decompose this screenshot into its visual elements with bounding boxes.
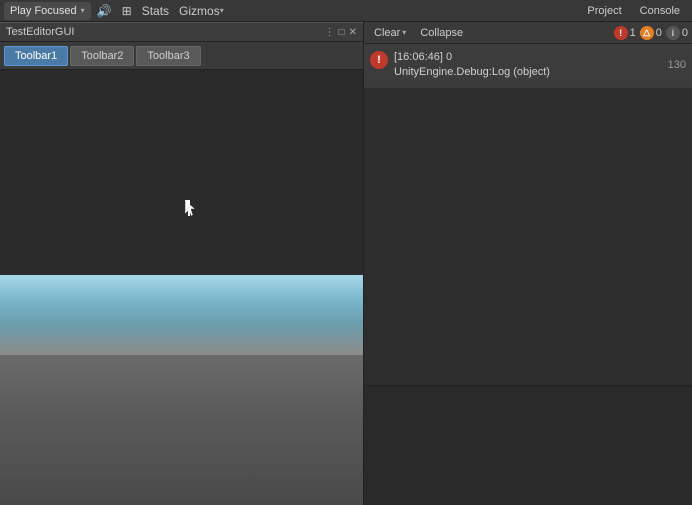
collapse-button[interactable]: Collapse: [414, 25, 469, 41]
game-view-content: [0, 70, 363, 505]
stats-button[interactable]: Stats: [138, 3, 173, 19]
top-bar-right: Project Console: [579, 3, 688, 19]
project-tab[interactable]: Project: [579, 3, 629, 19]
main-area: TestEditorGUI ⋮ □ ✕ Toolbar1 Toolbar2 To…: [0, 22, 692, 505]
window-maximize-icon[interactable]: □: [339, 27, 345, 38]
scene-sky-top: [0, 70, 363, 275]
game-scene: [0, 70, 363, 505]
window-titlebar: TestEditorGUI ⋮ □ ✕: [0, 22, 363, 42]
gizmos-button[interactable]: Gizmos ▾: [175, 3, 228, 19]
entry-error-icon: !: [370, 51, 388, 69]
error-badge-icon: !: [614, 26, 628, 40]
console-action-bar: Clear ▾ Collapse ! 1 △ 0 i 0: [364, 22, 692, 44]
top-bar-left: Play Focused ▾ 🔊 ⊞ Stats Gizmos ▾: [4, 2, 575, 20]
toolbar2-button[interactable]: Toolbar2: [70, 46, 134, 66]
clear-label: Clear: [374, 27, 400, 39]
play-focused-dropdown-arrow: ▾: [81, 6, 85, 15]
badge-group: ! 1 △ 0 i 0: [614, 26, 688, 40]
toolbar1-button[interactable]: Toolbar1: [4, 46, 68, 66]
scene-ground: [0, 355, 363, 505]
entry-timestamp-0: [16:06:46] 0: [394, 50, 662, 65]
info-badge-count: 0: [682, 27, 688, 39]
clear-dropdown-arrow: ▾: [402, 28, 406, 37]
window-controls: ⋮ □ ✕: [325, 27, 357, 38]
console-entry-0[interactable]: ! [16:06:46] 0 UnityEngine.Debug:Log (ob…: [364, 44, 692, 88]
panel-tabs: Project Console: [579, 3, 688, 19]
play-focused-group[interactable]: Play Focused ▾: [4, 2, 91, 20]
console-detail-pane: [364, 385, 692, 505]
window-close-icon[interactable]: ✕: [349, 27, 357, 38]
window-menu-icon[interactable]: ⋮: [325, 27, 335, 38]
gizmos-dropdown-arrow: ▾: [220, 6, 224, 15]
error-badge-count: 1: [630, 27, 636, 39]
warn-badge-count: 0: [656, 27, 662, 39]
top-bar: Play Focused ▾ 🔊 ⊞ Stats Gizmos ▾ Projec…: [0, 0, 692, 22]
console-content[interactable]: ! [16:06:46] 0 UnityEngine.Debug:Log (ob…: [364, 44, 692, 385]
audio-button[interactable]: 🔊: [93, 3, 116, 19]
grid-button[interactable]: ⊞: [118, 3, 136, 19]
game-window-panel: TestEditorGUI ⋮ □ ✕ Toolbar1 Toolbar2 To…: [0, 22, 363, 505]
info-badge: i 0: [666, 26, 688, 40]
warn-badge: △ 0: [640, 26, 662, 40]
info-badge-icon: i: [666, 26, 680, 40]
clear-button[interactable]: Clear ▾: [368, 25, 412, 41]
play-focused-label: Play Focused: [10, 5, 77, 17]
scene-horizon: [0, 275, 363, 355]
console-tab[interactable]: Console: [632, 3, 688, 19]
entry-message-0: UnityEngine.Debug:Log (object): [394, 65, 662, 80]
entry-text-0: [16:06:46] 0 UnityEngine.Debug:Log (obje…: [394, 50, 662, 81]
warn-badge-icon: △: [640, 26, 654, 40]
entry-count-0: 130: [668, 59, 686, 71]
toolbar-row: Toolbar1 Toolbar2 Toolbar3: [0, 42, 363, 70]
console-panel: Clear ▾ Collapse ! 1 △ 0 i 0: [363, 22, 692, 505]
error-badge: ! 1: [614, 26, 636, 40]
toolbar3-button[interactable]: Toolbar3: [136, 46, 200, 66]
window-title: TestEditorGUI: [6, 26, 321, 38]
